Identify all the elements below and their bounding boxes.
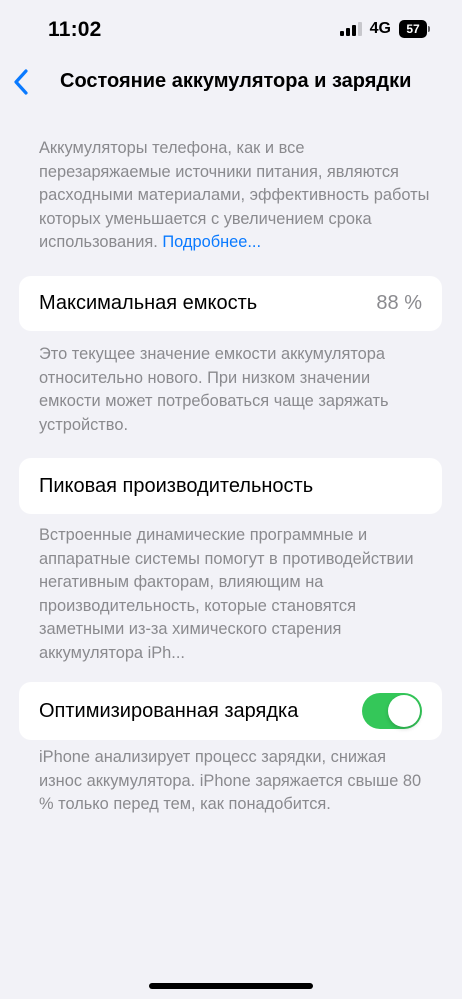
optimized-charging-label: Оптимизированная зарядка xyxy=(39,699,299,722)
navigation-bar: Состояние аккумулятора и зарядки xyxy=(0,58,462,106)
battery-level: 57 xyxy=(399,20,427,38)
max-capacity-value: 88 % xyxy=(376,292,422,314)
toggle-knob xyxy=(388,695,420,727)
learn-more-link[interactable]: Подробнее... xyxy=(162,233,261,251)
battery-icon: 57 xyxy=(399,20,430,38)
page-title: Состояние аккумулятора и зарядки xyxy=(60,70,412,92)
network-type: 4G xyxy=(369,20,391,37)
chevron-left-icon[interactable] xyxy=(10,66,32,98)
optimized-charging-toggle[interactable] xyxy=(362,693,422,729)
peak-performance-label: Пиковая производительность xyxy=(39,474,314,497)
max-capacity-row: Максимальная емкость 88 % xyxy=(19,276,442,331)
status-time: 11:02 xyxy=(48,18,102,41)
optimized-charging-description: iPhone анализирует процесс зарядки, сниж… xyxy=(39,748,422,813)
peak-performance-description: Встроенные динамические программные и ап… xyxy=(39,526,414,662)
signal-icon xyxy=(339,22,362,36)
max-capacity-label: Максимальная емкость xyxy=(39,292,258,314)
status-bar: 11:02 4G 57 xyxy=(0,0,462,58)
peak-performance-row: Пиковая производительность xyxy=(19,458,442,514)
home-indicator[interactable] xyxy=(149,983,313,989)
status-indicators: 4G 57 xyxy=(339,20,430,38)
intro-description: Аккумуляторы телефона, как и все перезар… xyxy=(39,137,432,255)
optimized-charging-row: Оптимизированная зарядка xyxy=(19,682,442,740)
max-capacity-description: Это текущее значение емкости аккумулятор… xyxy=(39,345,389,434)
